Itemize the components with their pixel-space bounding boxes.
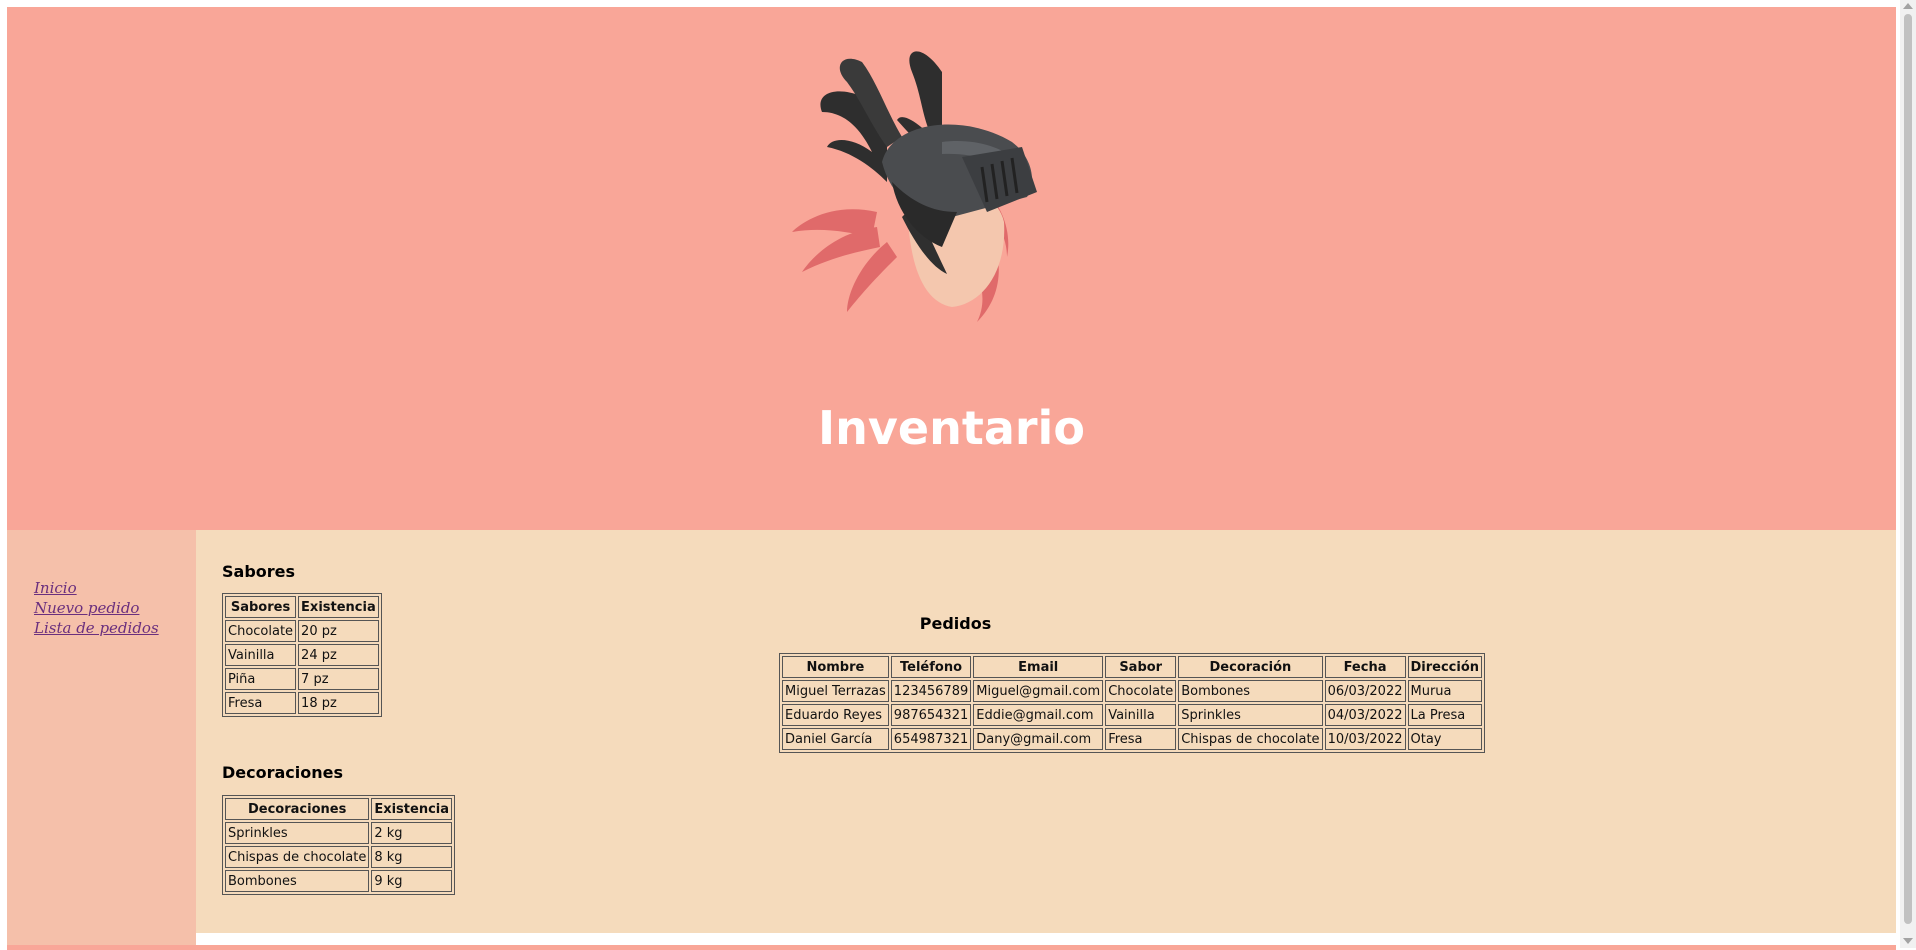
table-cell: Sprinkles — [1178, 704, 1323, 726]
table-cell: Eduardo Reyes — [782, 704, 889, 726]
table-cell: 7 pz — [298, 668, 379, 690]
column-header: Teléfono — [890, 656, 972, 678]
nav-list: Inicio Nuevo pedido Lista de pedidos — [34, 578, 159, 638]
table-cell: Chispas de chocolate — [1178, 728, 1323, 750]
table-cell: 04/03/2022 — [1324, 704, 1406, 726]
table-cell: Daniel García — [782, 728, 889, 750]
table-cell: Otay — [1407, 728, 1483, 750]
table-cell: Miguel Terrazas — [782, 680, 889, 702]
table-row: Sprinkles 2 kg — [225, 822, 453, 844]
nav-item-lista-de-pedidos: Lista de pedidos — [34, 618, 159, 638]
table-row: Fresa 18 pz — [225, 692, 379, 714]
column-header: Dirección — [1407, 656, 1483, 678]
table-cell: La Presa — [1407, 704, 1483, 726]
table-cell: Piña — [225, 668, 297, 690]
column-header: Fecha — [1324, 656, 1406, 678]
nav-link-nuevo-pedido[interactable]: Nuevo pedido — [34, 599, 139, 617]
column-header: Nombre — [782, 656, 889, 678]
table-cell: 2 kg — [371, 822, 453, 844]
main-content: Sabores Sabores Existencia Chocolate 20 p… — [196, 530, 1896, 933]
table-row: Daniel García 654987321 Dany@gmail.com F… — [782, 728, 1483, 750]
table-cell: Vainilla — [225, 644, 297, 666]
pedidos-heading: Pedidos — [919, 614, 992, 633]
table-cell: Fresa — [225, 692, 297, 714]
table-row: Chispas de chocolate 8 kg — [225, 846, 453, 868]
table-cell: Fresa — [1105, 728, 1177, 750]
nav-link-lista-de-pedidos[interactable]: Lista de pedidos — [34, 619, 159, 637]
table-cell: Chispas de chocolate — [225, 846, 370, 868]
nav-item-inicio: Inicio — [34, 578, 159, 598]
sabores-heading: Sabores — [222, 562, 296, 581]
table-row: Eduardo Reyes 987654321 Eddie@gmail.com … — [782, 704, 1483, 726]
table-cell: 9 kg — [371, 870, 453, 892]
decoraciones-table: Decoraciones Existencia Sprinkles 2 kg Ch… — [222, 795, 456, 895]
table-cell: 06/03/2022 — [1324, 680, 1406, 702]
table-cell: 123456789 — [890, 680, 972, 702]
table-row: Piña 7 pz — [225, 668, 379, 690]
table-cell: Bombones — [1178, 680, 1323, 702]
decoraciones-heading: Decoraciones — [222, 763, 344, 782]
table-cell: 18 pz — [298, 692, 379, 714]
table-cell: 987654321 — [890, 704, 972, 726]
page: Inventario Inicio Nuevo pedido Lista de … — [7, 7, 1896, 950]
table-row: Bombones 9 kg — [225, 870, 453, 892]
table-cell: 654987321 — [890, 728, 972, 750]
table-cell: Vainilla — [1105, 704, 1177, 726]
table-cell: Miguel@gmail.com — [973, 680, 1104, 702]
page-title: Inventario — [818, 401, 1085, 455]
table-header-row: Decoraciones Existencia — [225, 798, 453, 820]
nav-item-nuevo-pedido: Nuevo pedido — [34, 598, 159, 618]
table-row: Miguel Terrazas 123456789 Miguel@gmail.c… — [782, 680, 1483, 702]
column-header: Email — [973, 656, 1104, 678]
nav-link-inicio[interactable]: Inicio — [34, 579, 77, 597]
column-header: Existencia — [371, 798, 453, 820]
pedidos-table: Nombre Teléfono Email Sabor Decoración F… — [779, 653, 1486, 753]
column-header: Sabor — [1105, 656, 1177, 678]
column-header: Decoraciones — [225, 798, 370, 820]
table-cell: Chocolate — [1105, 680, 1177, 702]
header: Inventario — [7, 7, 1896, 530]
table-cell: Murua — [1407, 680, 1483, 702]
column-header: Decoración — [1178, 656, 1323, 678]
sabores-table: Sabores Existencia Chocolate 20 pz Vainil… — [222, 593, 382, 717]
scroll-down-icon[interactable] — [1903, 938, 1913, 944]
table-cell: Bombones — [225, 870, 370, 892]
sidebar: Inicio Nuevo pedido Lista de pedidos — [7, 530, 196, 948]
table-cell: Eddie@gmail.com — [973, 704, 1104, 726]
table-cell: 24 pz — [298, 644, 379, 666]
table-cell: 8 kg — [371, 846, 453, 868]
table-cell: Sprinkles — [225, 822, 370, 844]
table-cell: Dany@gmail.com — [973, 728, 1104, 750]
winged-helmet-logo-icon — [792, 51, 1037, 322]
scroll-up-icon[interactable] — [1903, 3, 1913, 9]
scrollbar-thumb[interactable] — [1904, 14, 1912, 924]
table-header-row: Nombre Teléfono Email Sabor Decoración F… — [782, 656, 1483, 678]
table-row: Vainilla 24 pz — [225, 644, 379, 666]
table-cell: 10/03/2022 — [1324, 728, 1406, 750]
